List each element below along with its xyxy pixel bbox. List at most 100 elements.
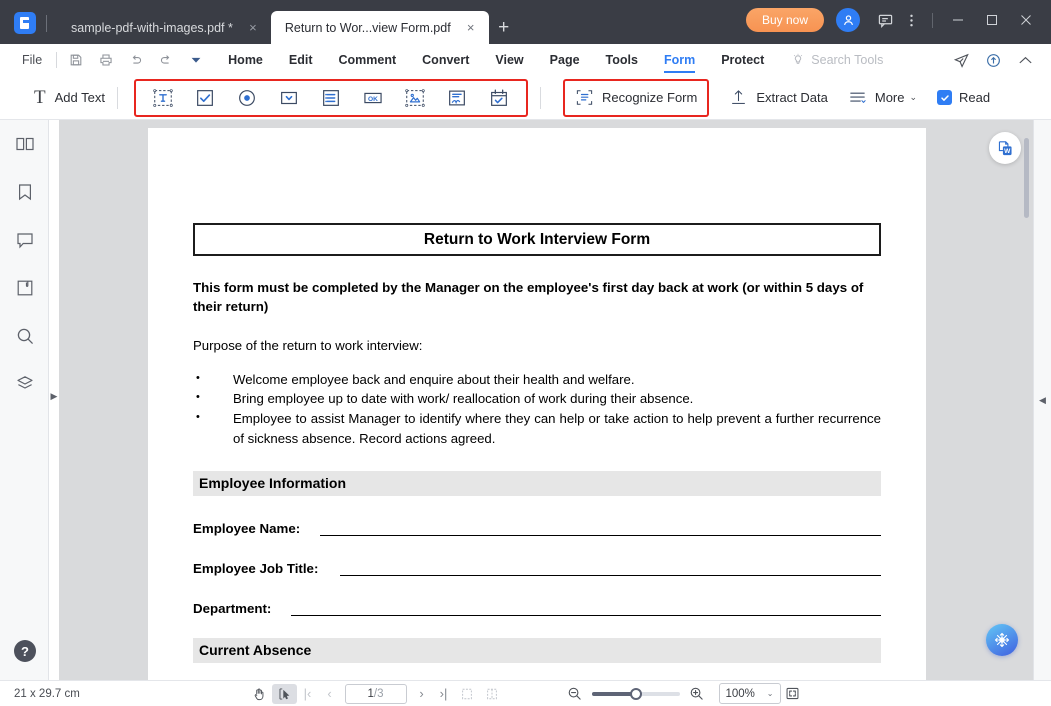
- select-tool-icon[interactable]: [272, 684, 297, 704]
- fit-to-screen-icon[interactable]: [781, 686, 805, 701]
- pdf-page[interactable]: Return to Work Interview Form This form …: [148, 128, 926, 680]
- date-field-icon[interactable]: [478, 82, 520, 114]
- redo-icon[interactable]: [151, 47, 181, 73]
- prev-page-button[interactable]: ‹: [319, 686, 341, 701]
- menu-item-view[interactable]: View: [482, 45, 536, 75]
- department-field[interactable]: [291, 603, 881, 616]
- list-box-icon[interactable]: [310, 82, 352, 114]
- sidebar-expand-handle[interactable]: ▶: [50, 385, 58, 407]
- search-icon[interactable]: [0, 312, 49, 360]
- document-tab-1[interactable]: sample-pdf-with-images.pdf * ×: [57, 11, 271, 44]
- thumbnails-icon[interactable]: [0, 120, 49, 168]
- ai-assistant-icon[interactable]: [986, 624, 1018, 656]
- help-button[interactable]: ?: [14, 640, 36, 662]
- hand-tool-icon[interactable]: [247, 684, 272, 704]
- more-button[interactable]: More ⌄: [848, 88, 917, 107]
- document-canvas[interactable]: Return to Work Interview Form This form …: [59, 120, 1033, 680]
- buy-now-button[interactable]: Buy now: [746, 8, 824, 32]
- maximize-button[interactable]: [975, 5, 1009, 35]
- cloud-upload-icon[interactable]: [977, 46, 1009, 74]
- zoom-slider-knob[interactable]: [630, 688, 642, 700]
- list-item-text: Welcome employee back and enquire about …: [233, 370, 881, 390]
- next-page-button[interactable]: ›: [411, 686, 433, 701]
- kebab-menu-icon[interactable]: [898, 7, 924, 33]
- tab-strip: sample-pdf-with-images.pdf * × Return to…: [0, 0, 519, 44]
- read-checkbox-icon[interactable]: [937, 90, 952, 105]
- ribbon-divider-1: [117, 87, 118, 109]
- list-item: • Employee to assist Manager to identify…: [193, 409, 881, 449]
- layers-icon[interactable]: [0, 360, 49, 408]
- extract-data-button[interactable]: Extract Data: [729, 88, 828, 107]
- signature-field-icon[interactable]: [436, 82, 478, 114]
- push-button-icon[interactable]: OK: [352, 82, 394, 114]
- form-ribbon-toolbar: T Add Text: [0, 76, 1051, 120]
- form-row-employee-name: Employee Name:: [193, 521, 881, 536]
- comment-icon[interactable]: [0, 216, 49, 264]
- send-icon[interactable]: [945, 46, 977, 74]
- search-tools[interactable]: Search Tools: [791, 53, 883, 67]
- customize-toolbar-icon[interactable]: [181, 47, 211, 73]
- minimize-button[interactable]: [941, 5, 975, 35]
- add-text-button[interactable]: T Add Text: [34, 87, 105, 109]
- menu-item-convert[interactable]: Convert: [409, 45, 482, 75]
- title-bar: sample-pdf-with-images.pdf * × Return to…: [0, 0, 1051, 44]
- bookmark-icon[interactable]: [0, 168, 49, 216]
- facing-page-view-icon[interactable]: [480, 684, 505, 704]
- single-page-view-icon[interactable]: [455, 684, 480, 704]
- text-tool-icon: T: [34, 87, 46, 109]
- menu-item-page[interactable]: Page: [537, 45, 593, 75]
- convert-to-word-icon[interactable]: W: [989, 132, 1021, 164]
- save-icon[interactable]: [61, 47, 91, 73]
- menu-item-form[interactable]: Form: [651, 45, 708, 75]
- document-title-text: Return to Work Interview Form: [424, 231, 650, 249]
- file-menu[interactable]: File: [12, 53, 52, 67]
- search-tools-label: Search Tools: [811, 53, 883, 67]
- close-button[interactable]: [1009, 5, 1043, 35]
- radio-button-icon[interactable]: [226, 82, 268, 114]
- zoom-level-select[interactable]: 100% ⌄: [719, 683, 781, 704]
- undo-icon[interactable]: [121, 47, 151, 73]
- first-page-button[interactable]: |‹: [297, 686, 319, 701]
- read-label: Read: [959, 90, 990, 105]
- document-tab-1-close-icon[interactable]: ×: [245, 20, 261, 36]
- page-number-input[interactable]: 1 / 3: [345, 684, 407, 704]
- menu-item-comment[interactable]: Comment: [326, 45, 410, 75]
- document-tab-2[interactable]: Return to Wor...view Form.pdf ×: [271, 11, 489, 44]
- right-panel-collapse-handle[interactable]: ◀: [1033, 120, 1051, 680]
- menu-item-home[interactable]: Home: [215, 45, 276, 75]
- check-box-icon[interactable]: [184, 82, 226, 114]
- zoom-slider[interactable]: [592, 692, 680, 696]
- zoom-out-icon[interactable]: [563, 686, 587, 701]
- document-title: Return to Work Interview Form: [193, 223, 881, 256]
- department-label: Department:: [193, 601, 271, 616]
- image-field-icon[interactable]: [394, 82, 436, 114]
- menu-item-protect[interactable]: Protect: [708, 45, 777, 75]
- collapse-ribbon-icon[interactable]: [1009, 46, 1041, 74]
- new-tab-button[interactable]: +: [489, 11, 519, 44]
- zoom-in-icon[interactable]: [685, 686, 709, 701]
- feedback-icon[interactable]: [872, 7, 898, 33]
- last-page-button[interactable]: ›|: [433, 686, 455, 701]
- combo-box-icon[interactable]: [268, 82, 310, 114]
- status-bar-controls: |‹ ‹ 1 / 3 › ›|: [0, 683, 1051, 704]
- bullet-marker-icon: •: [193, 409, 233, 449]
- recognize-form-group: Recognize Form: [563, 79, 709, 117]
- employee-name-field[interactable]: [320, 523, 881, 536]
- section-header-employee-information: Employee Information: [193, 471, 881, 496]
- window-controls-divider: [932, 13, 933, 28]
- employee-job-title-field[interactable]: [340, 563, 881, 576]
- menu-item-edit[interactable]: Edit: [276, 45, 326, 75]
- read-toggle[interactable]: Read: [937, 90, 990, 105]
- document-tab-1-label: sample-pdf-with-images.pdf *: [71, 21, 233, 35]
- recognize-form-button[interactable]: Recognize Form: [575, 88, 697, 107]
- menu-item-tools[interactable]: Tools: [593, 45, 651, 75]
- list-item: • Bring employee up to date with work/ r…: [193, 389, 881, 409]
- document-tab-2-label: Return to Wor...view Form.pdf: [285, 21, 451, 35]
- text-field-icon[interactable]: [142, 82, 184, 114]
- print-icon[interactable]: [91, 47, 121, 73]
- logo-divider: [46, 15, 47, 32]
- attachment-icon[interactable]: [0, 264, 49, 312]
- vertical-scrollbar[interactable]: [1024, 138, 1029, 218]
- account-icon[interactable]: [836, 8, 860, 32]
- document-tab-2-close-icon[interactable]: ×: [463, 20, 479, 36]
